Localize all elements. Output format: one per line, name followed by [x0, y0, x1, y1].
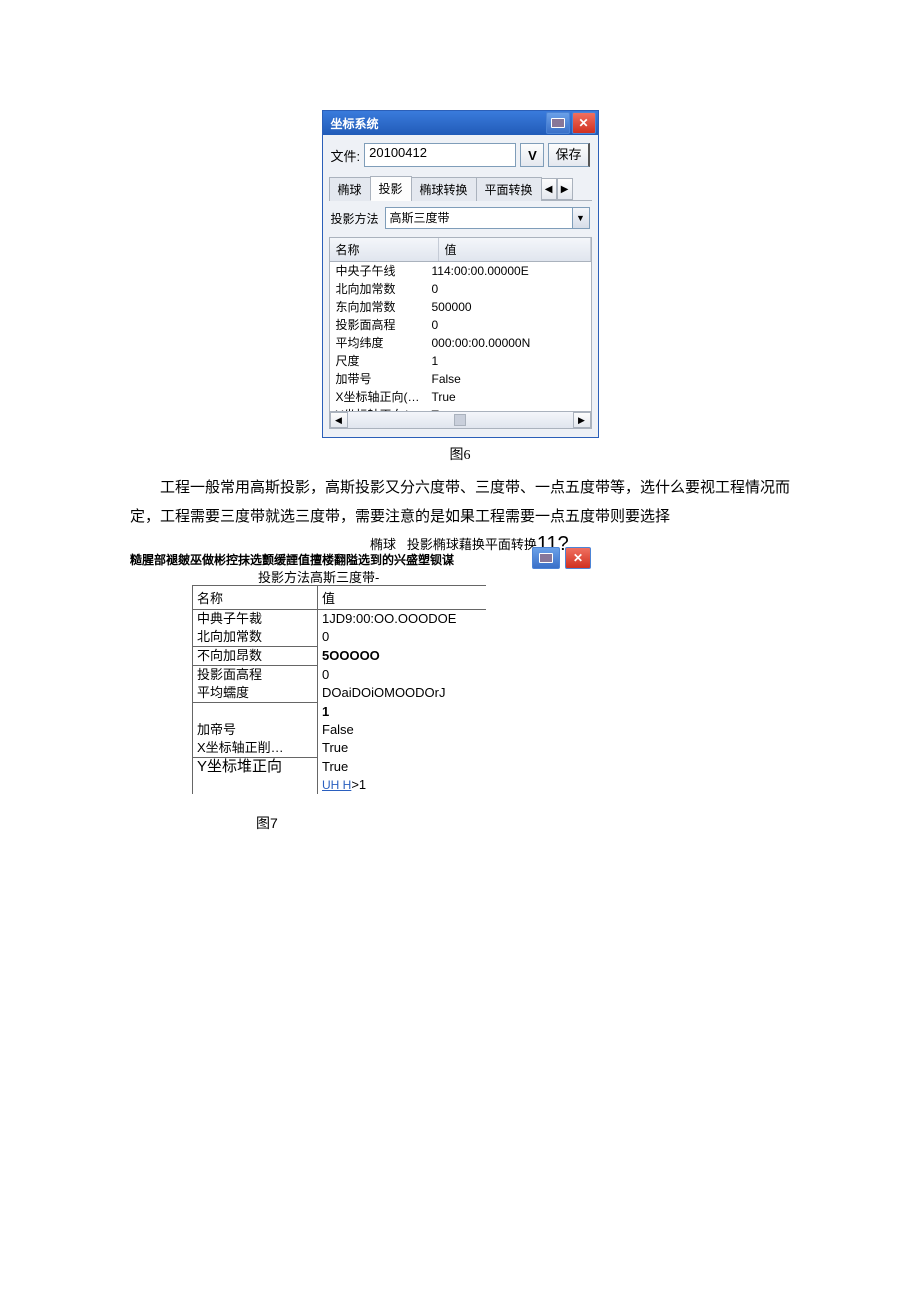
- table-row[interactable]: X坐标轴正向(…True: [330, 388, 591, 406]
- param-value: True: [318, 739, 352, 758]
- table-row: 中典子午裁1JD9:00:OO.OOODOE: [193, 610, 486, 628]
- table-row[interactable]: 中央子午线114:00:00.00000E: [330, 262, 591, 280]
- scroll-thumb[interactable]: [454, 414, 466, 426]
- projection-method-value: 高斯三度带: [386, 208, 572, 228]
- column-name[interactable]: 名称: [330, 238, 439, 261]
- projection-method-select[interactable]: 高斯三度带 ▼: [385, 207, 590, 229]
- scroll-left-icon[interactable]: ◀: [330, 412, 348, 428]
- body-paragraph-1: 工程一般常用高斯投影，高斯投影又分六度带、三度带、一点五度带等，选什么要视工程情…: [130, 474, 790, 531]
- param-value: True: [318, 758, 352, 776]
- table-row: Y坐标堆正向True: [193, 758, 486, 776]
- param-name: [193, 703, 318, 721]
- dropdown-button[interactable]: V: [520, 143, 544, 167]
- param-value: False: [318, 721, 358, 739]
- tab-projection[interactable]: 投影: [370, 176, 412, 201]
- table-row: 加帝号False: [193, 721, 486, 739]
- tab-ellipsoid-transform[interactable]: 椭球转换: [411, 177, 477, 201]
- table-row: 平均蠕度DOaiDOiOMOODOrJ: [193, 684, 486, 703]
- table-row[interactable]: 平均纬度000:00:00.00000N: [330, 334, 591, 352]
- figure7-garbled-line: 糙腥部褪皴巫做彬控抹选颤缓諲值擅楼翻隘选到的兴盛塑钡谋: [130, 551, 530, 568]
- table-row[interactable]: 加带号False: [330, 370, 591, 388]
- param-value: 114:00:00.00000E: [432, 262, 585, 280]
- file-input[interactable]: 20100412: [364, 143, 516, 167]
- param-value: 1: [318, 703, 333, 721]
- save-button[interactable]: 保存: [548, 143, 589, 167]
- figure6-caption: 图6: [130, 438, 790, 470]
- coord-system-dialog: 坐标系统 ✕ 文件: 20100412 V 保存 椭球 投影 椭球转换 平面转换…: [322, 110, 599, 438]
- close-icon[interactable]: ✕: [565, 547, 591, 569]
- parameter-grid: 名称 值 中央子午线114:00:00.00000E北向加常数0东向加常数500…: [329, 237, 592, 429]
- column-value[interactable]: 值: [439, 238, 591, 261]
- table-row: 1: [193, 703, 486, 721]
- file-label: 文件:: [331, 146, 361, 165]
- table-row: 北向加常数0: [193, 628, 486, 647]
- column-value: 值: [318, 586, 486, 609]
- tab-scroll-right-icon[interactable]: ▶: [557, 178, 573, 200]
- param-name: 加带号: [336, 370, 432, 388]
- close-icon[interactable]: ✕: [572, 112, 596, 134]
- param-name: 不向加昂数: [193, 647, 318, 666]
- param-name: Y坐标堆正向: [193, 758, 318, 776]
- param-name: 中央子午线: [336, 262, 432, 280]
- table-row: X坐标轴正削…True: [193, 739, 486, 758]
- projection-method-label: 投影方法: [331, 210, 379, 227]
- param-name: 平均蠕度: [193, 684, 318, 703]
- window-title: 坐标系统: [331, 115, 544, 132]
- tab-scroll-left-icon[interactable]: ◀: [541, 178, 557, 200]
- chevron-down-icon[interactable]: ▼: [572, 208, 589, 228]
- param-name: 投影面高程: [336, 316, 432, 334]
- figure7-caption: 图7: [256, 813, 278, 833]
- figure7-link[interactable]: UH H: [322, 778, 351, 792]
- param-value: 5OOOOO: [318, 647, 384, 666]
- horizontal-scrollbar[interactable]: ◀ ▶: [330, 411, 591, 428]
- param-value: 1: [432, 352, 585, 370]
- param-name: 加帝号: [193, 721, 318, 739]
- param-value: DOaiDOiOMOODOrJ: [318, 684, 450, 703]
- param-value: True: [432, 388, 585, 406]
- param-value: False: [432, 370, 585, 388]
- column-name: 名称: [193, 586, 318, 609]
- tab-plane-transform[interactable]: 平面转换: [476, 177, 542, 201]
- param-value: 0: [432, 280, 585, 298]
- param-name: X坐标轴正削…: [193, 739, 318, 758]
- param-value: 0: [318, 666, 333, 684]
- keyboard-icon[interactable]: [546, 112, 570, 134]
- scroll-right-icon[interactable]: ▶: [573, 412, 591, 428]
- table-row[interactable]: 尺度1: [330, 352, 591, 370]
- keyboard-icon[interactable]: [532, 547, 560, 569]
- param-name: X坐标轴正向(…: [336, 388, 432, 406]
- table-row: 投影面高程0: [193, 666, 486, 684]
- param-name: 北向加常数: [336, 280, 432, 298]
- table-row[interactable]: 北向加常数0: [330, 280, 591, 298]
- table-row[interactable]: 投影面高程0: [330, 316, 591, 334]
- param-value: 000:00:00.00000N: [432, 334, 585, 352]
- param-name: 北向加常数: [193, 628, 318, 647]
- tab-ellipsoid[interactable]: 椭球: [329, 177, 371, 201]
- figure7-table: 名称 值 中典子午裁1JD9:00:OO.OOODOE北向加常数0不向加昂数5O…: [192, 585, 486, 794]
- tabs: 椭球 投影 椭球转换 平面转换 ◀ ▶: [329, 175, 592, 201]
- param-name: 平均纬度: [336, 334, 432, 352]
- param-value: 1JD9:00:OO.OOODOE: [318, 610, 460, 628]
- figure7-zone: 椭球 投影椭球藉换平面转换11? 糙腥部褪皴巫做彬控抹选颤缓諲值擅楼翻隘选到的兴…: [130, 533, 790, 833]
- table-row: 不向加昂数5OOOOO: [193, 647, 486, 666]
- param-name: 东向加常数: [336, 298, 432, 316]
- param-name: 中典子午裁: [193, 610, 318, 628]
- param-name: 投影面高程: [193, 666, 318, 684]
- param-value: 0: [432, 316, 585, 334]
- param-value: 0: [318, 628, 333, 647]
- titlebar[interactable]: 坐标系统 ✕: [323, 111, 598, 135]
- param-value: 500000: [432, 298, 585, 316]
- param-name: 尺度: [336, 352, 432, 370]
- table-row[interactable]: 东向加常数500000: [330, 298, 591, 316]
- figure7-proj-line: 投影方法高斯三度带-: [258, 567, 379, 586]
